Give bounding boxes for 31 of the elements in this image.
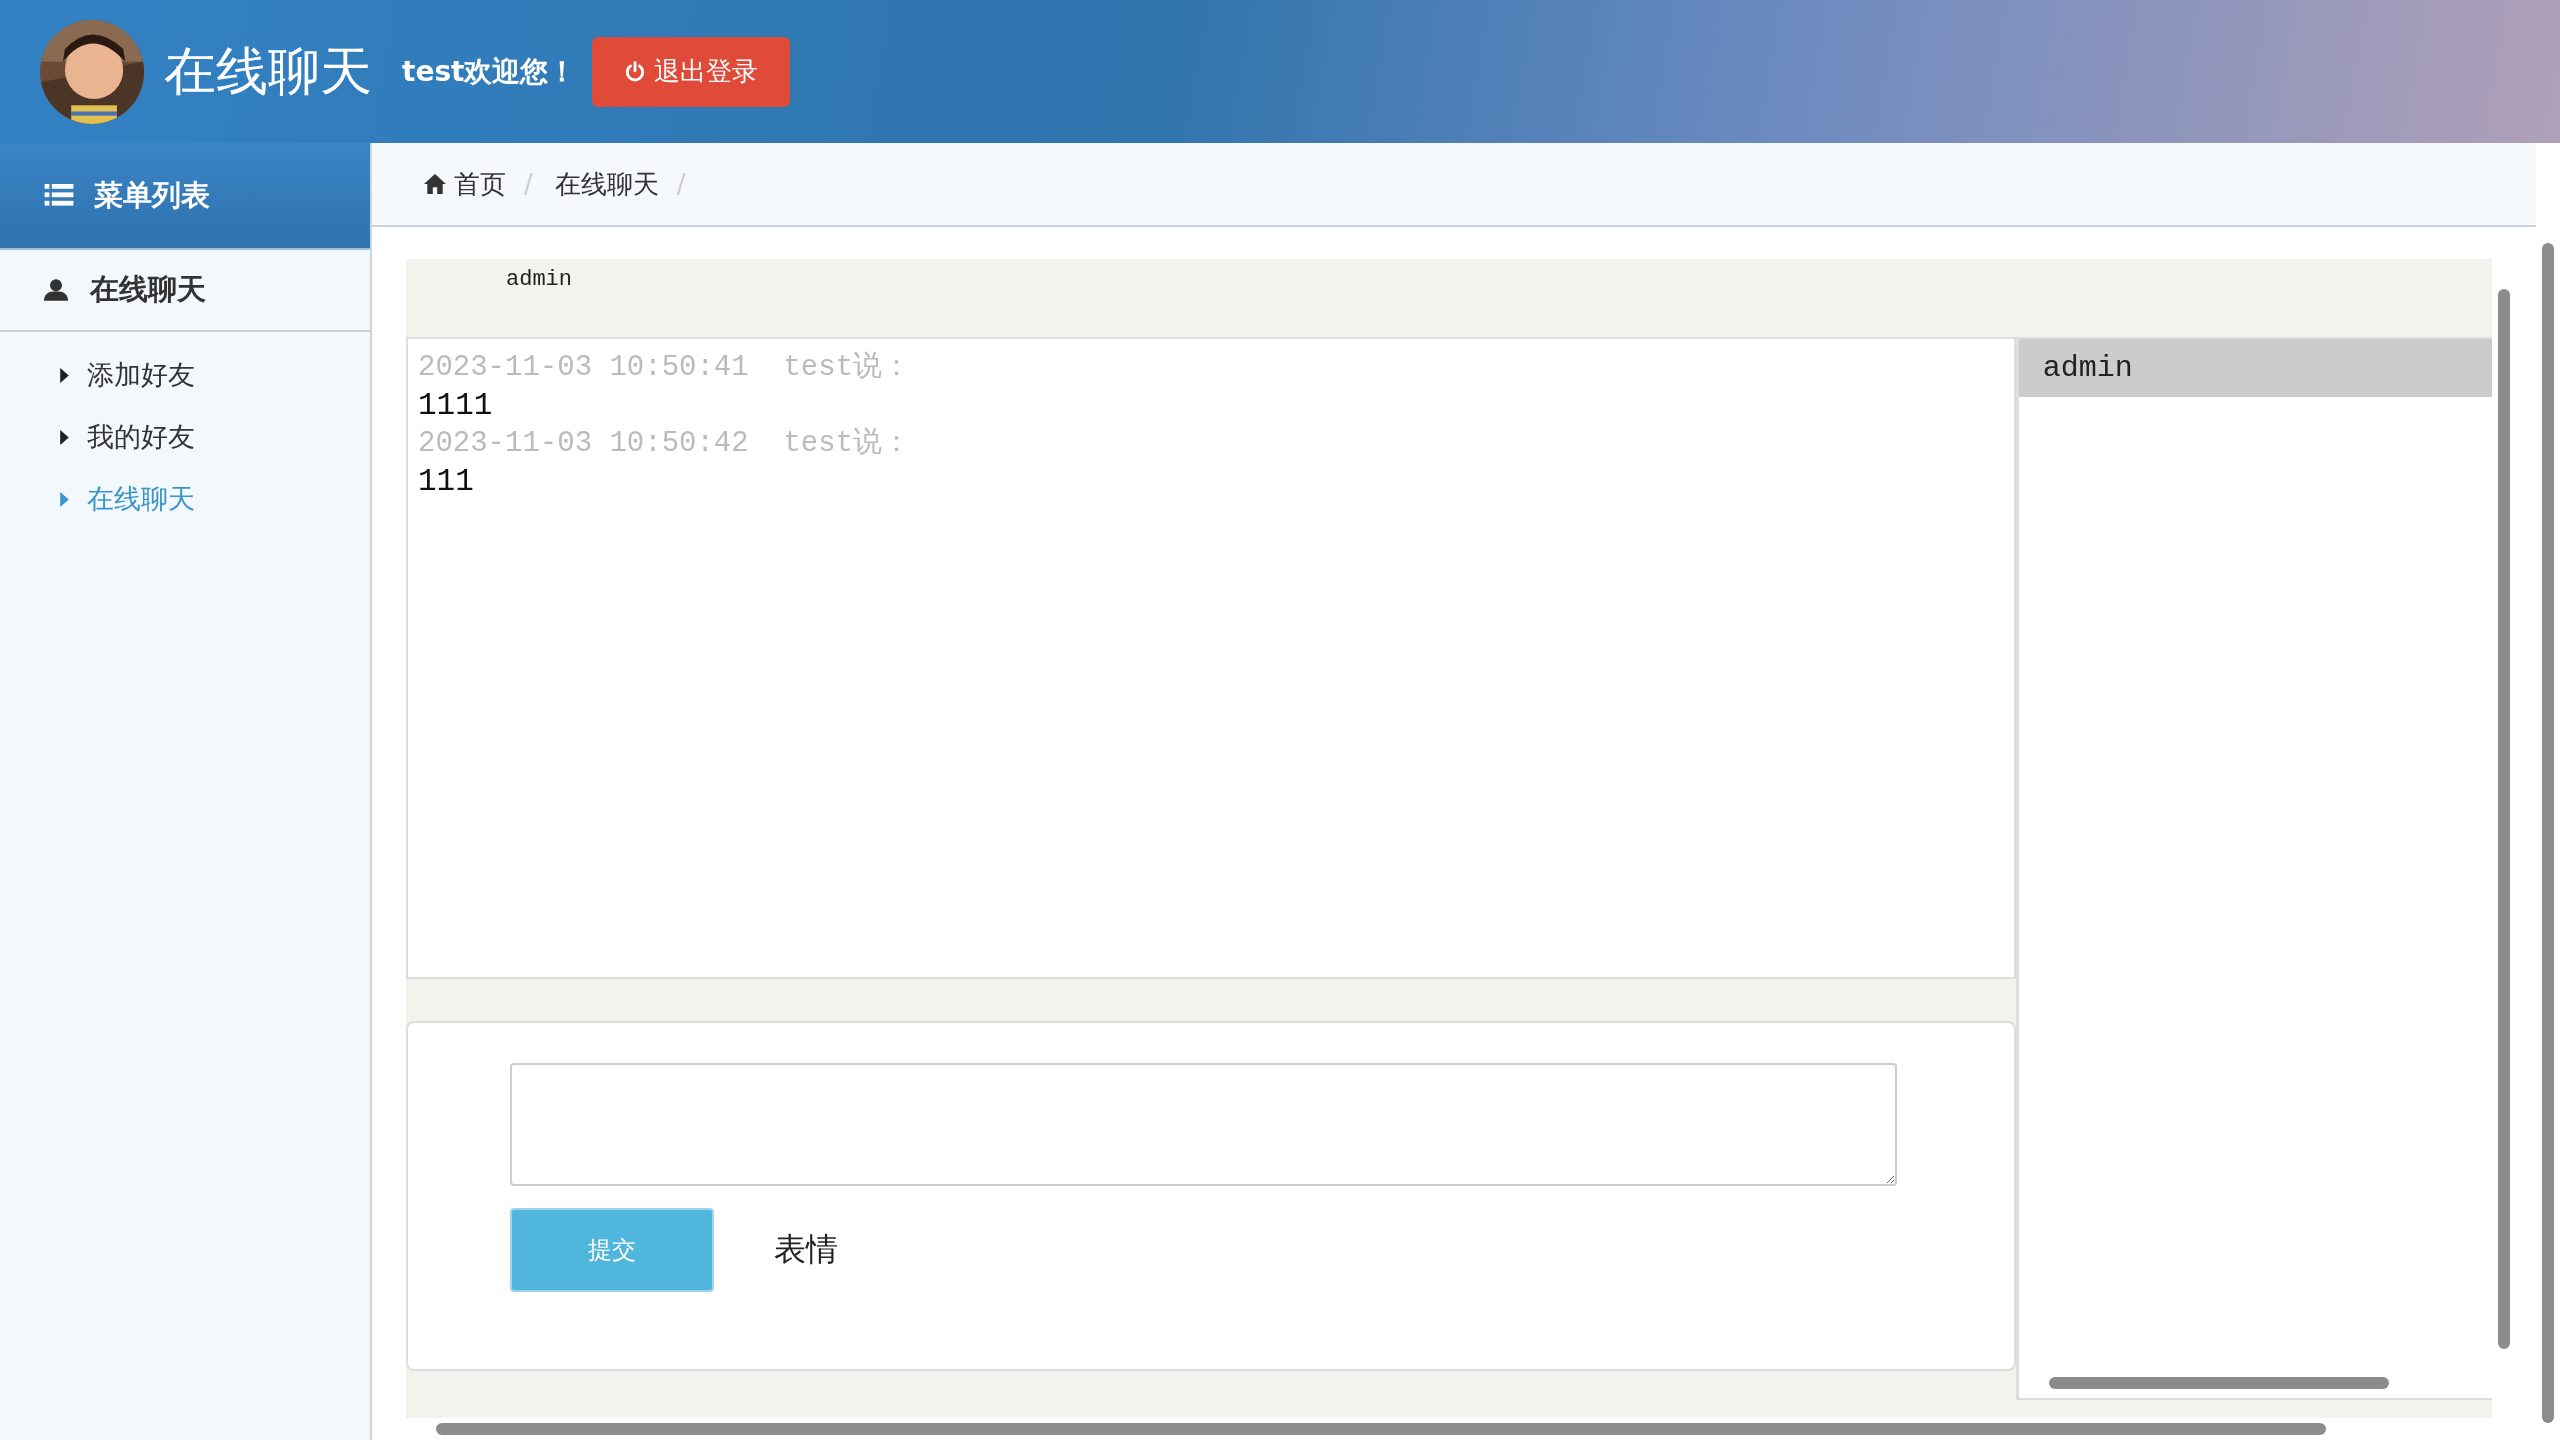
vertical-scrollbar[interactable] xyxy=(2542,243,2554,1423)
message-meta: 2023-11-03 10:50:41 test说： xyxy=(418,350,913,386)
breadcrumb-link[interactable]: 在线聊天 xyxy=(554,166,659,202)
caret-icon xyxy=(60,491,69,507)
message-text: 111 xyxy=(418,463,475,501)
breadcrumb-separator: / xyxy=(524,169,533,199)
breadcrumb-link[interactable]: 首页 xyxy=(424,166,506,202)
horizontal-scrollbar[interactable] xyxy=(436,1423,2326,1435)
app-title: 在线聊天 xyxy=(164,39,372,103)
emoji-link[interactable]: 表情 xyxy=(774,1228,838,1272)
user-icon xyxy=(44,278,68,302)
vertical-scrollbar[interactable] xyxy=(2498,289,2510,1349)
power-icon xyxy=(624,60,647,83)
caret-icon xyxy=(60,429,69,445)
message-text: 1111 xyxy=(418,387,494,425)
logout-button[interactable]: 退出登录 xyxy=(592,36,791,107)
section-title: 在线聊天 xyxy=(90,271,206,308)
home-icon xyxy=(424,174,446,194)
menu-title: 菜单列表 xyxy=(94,176,210,214)
contact-item[interactable]: admin xyxy=(2018,337,2492,397)
caret-icon xyxy=(60,367,69,383)
welcome-text: test欢迎您！ xyxy=(402,53,577,90)
horizontal-scrollbar[interactable] xyxy=(2048,1377,2389,1389)
message-meta: 2023-11-03 10:50:42 test说： xyxy=(418,426,913,462)
breadcrumb-separator: / xyxy=(676,169,686,199)
contact-name: admin xyxy=(506,267,572,292)
menu-item[interactable]: 添加好友 xyxy=(0,344,370,406)
menu-section[interactable]: 在线聊天 xyxy=(0,250,370,332)
list-icon xyxy=(44,183,74,208)
message-input[interactable] xyxy=(510,1063,1897,1186)
menu-item[interactable]: 我的好友 xyxy=(0,406,370,468)
